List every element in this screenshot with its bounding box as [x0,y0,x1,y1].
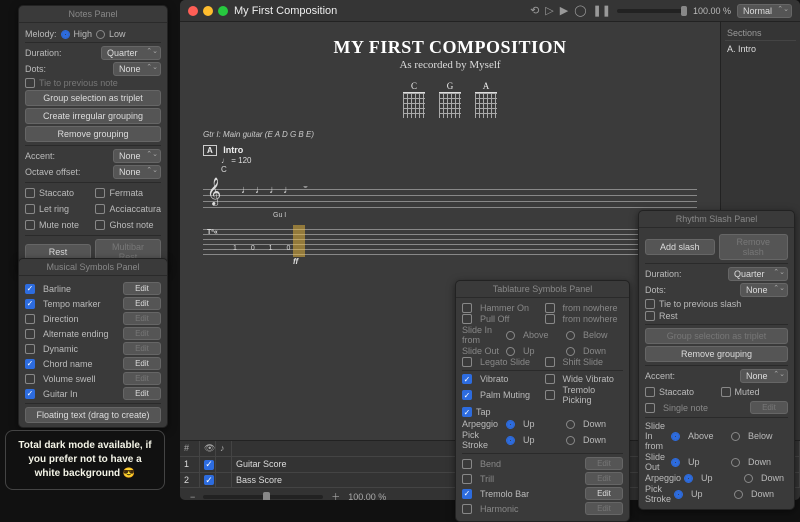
close-icon[interactable] [188,6,198,16]
position-slider[interactable] [617,9,687,13]
minimize-icon[interactable] [203,6,213,16]
musical-symbols-panel: Musical Symbols Panel BarlineEdit Tempo … [18,258,168,428]
titlebar: My First Composition ⟲ ▷ ▶ ◯ ❚❚ 100.00 %… [180,0,800,22]
play-outline-icon[interactable]: ▷ [545,4,553,17]
zoom-readout: 100.00 % [693,6,731,16]
visible-col-icon: 👁 [200,441,216,456]
remove-slash-button[interactable]: Remove slash [719,234,789,260]
chord-diagram-icon [475,92,497,118]
chord-diagrams: C G A [195,81,705,118]
slash-dots-select[interactable]: None⌃⌄ [740,283,788,297]
zoom-slider[interactable] [203,495,323,499]
staff[interactable]: ♩ ♩ ♩ ♩ 𝄻 [203,178,697,212]
mute-col-icon: ♪ [216,441,232,456]
playhead-cursor [293,225,305,257]
tie-check[interactable] [25,78,35,88]
irregular-group-button[interactable]: Create irregular grouping [25,108,161,124]
accent-select[interactable]: None⌃⌄ [113,149,161,163]
chord-diagram-icon [403,92,425,118]
instrument-label: Gtr I: Main guitar (E A D G B E) [203,130,705,139]
rhythm-slash-panel: Rhythm Slash Panel Add slashRemove slash… [638,210,795,510]
chord-diagram-icon [439,92,461,118]
panel-title: Notes Panel [19,6,167,23]
pause-icon[interactable]: ❚❚ [593,4,611,17]
group-triplet-button[interactable]: Group selection as triplet [25,90,161,106]
melody-high-radio[interactable] [61,30,70,39]
record-icon[interactable]: ◯ [574,4,586,17]
dots-select[interactable]: None⌃⌄ [113,62,161,76]
panel-title: Musical Symbols Panel [19,259,167,276]
notes-panel: Notes Panel Melody: High Low Duration: Q… [18,5,168,272]
slash-accent-select[interactable]: None⌃⌄ [740,369,788,383]
window-title: My First Composition [234,5,337,17]
score-title: MY FIRST COMPOSITION [195,37,705,58]
octave-select[interactable]: None⌃⌄ [113,165,161,179]
zoom-in-icon[interactable]: ＋ [331,490,340,500]
slash-duration-select[interactable]: Quarter⌃⌄ [728,267,788,281]
play-icon[interactable]: ▶ [560,4,568,17]
rewind-icon[interactable]: ⟲ [530,4,539,17]
remove-group-button[interactable]: Remove grouping [25,126,161,142]
tablature[interactable]: 1 0 1 0 [203,225,697,257]
tablature-symbols-panel: Tablature Symbols Panel Hammer Onfrom no… [455,280,630,522]
score-subtitle: As recorded by Myself [195,59,705,71]
zoom-out-icon[interactable]: − [190,492,195,501]
duration-select[interactable]: Quarter⌃⌄ [101,46,161,60]
section-item[interactable]: A. Intro [725,41,796,57]
dark-mode-tooltip: Total dark mode available, if you prefer… [5,430,165,490]
floating-text-button[interactable]: Floating text (drag to create) [25,407,161,423]
zoom-icon[interactable] [218,6,228,16]
add-slash-button[interactable]: Add slash [645,239,715,255]
window-controls[interactable] [188,6,228,16]
melody-low-radio[interactable] [96,30,105,39]
speed-select[interactable]: Normal⌃⌄ [737,4,792,18]
